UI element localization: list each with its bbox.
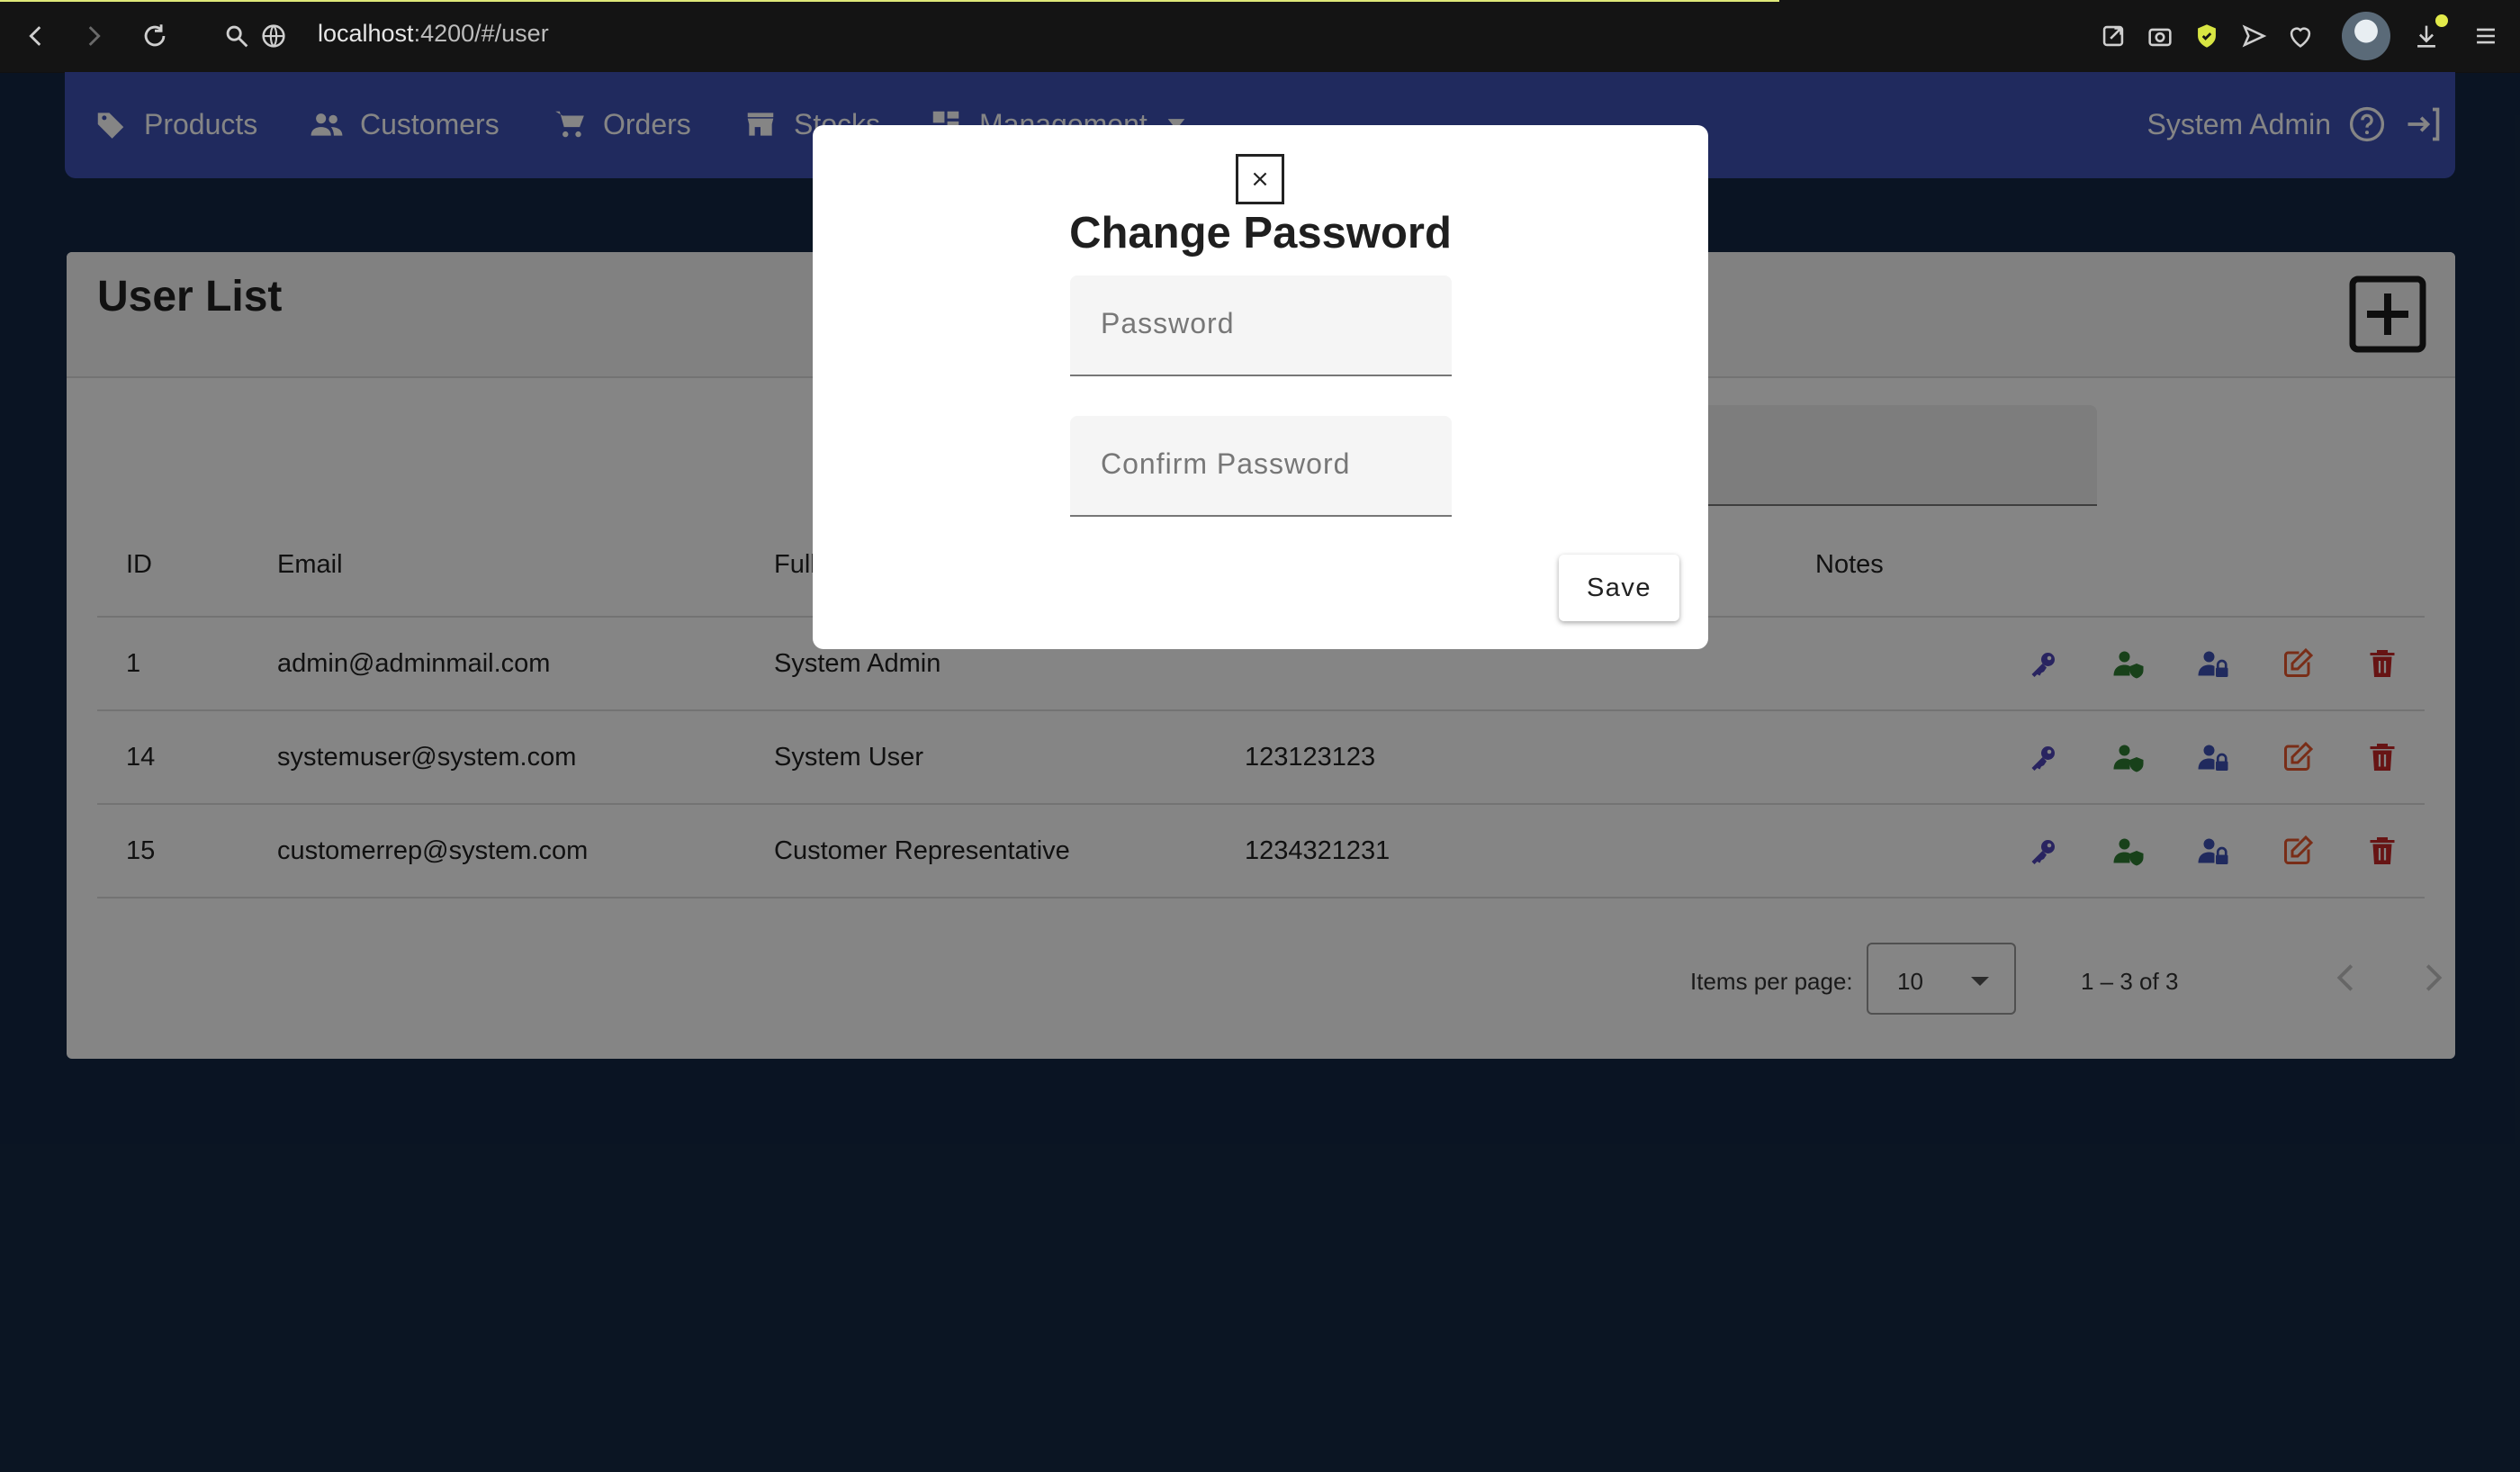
confirm-password-input[interactable] xyxy=(1099,447,1426,482)
reload-icon[interactable] xyxy=(137,18,173,54)
save-button[interactable]: Save xyxy=(1559,555,1679,621)
password-field[interactable] xyxy=(1070,275,1452,376)
shield-check-icon[interactable] xyxy=(2189,18,2225,54)
change-password-dialog: × Change Password Save xyxy=(813,125,1708,649)
share-icon[interactable] xyxy=(2095,18,2131,54)
dialog-title: Change Password xyxy=(1069,209,1452,257)
back-icon[interactable] xyxy=(18,18,54,54)
close-button[interactable]: × xyxy=(1236,154,1284,204)
forward-icon[interactable] xyxy=(76,18,112,54)
heart-icon[interactable] xyxy=(2282,18,2318,54)
send-icon[interactable] xyxy=(2236,18,2272,54)
browser-toolbar: localhost:4200/#/user xyxy=(0,0,2520,73)
globe-icon[interactable] xyxy=(256,18,292,54)
url-path: :4200/#/user xyxy=(413,20,549,47)
page-load-progress xyxy=(0,0,1779,2)
site-search-icon[interactable] xyxy=(219,18,255,54)
download-badge xyxy=(2435,14,2448,27)
profile-avatar[interactable] xyxy=(2342,12,2390,60)
camera-icon[interactable] xyxy=(2142,18,2178,54)
url-host: localhost xyxy=(318,20,414,47)
confirm-password-field[interactable] xyxy=(1070,416,1452,517)
password-input[interactable] xyxy=(1099,306,1426,341)
menu-icon[interactable] xyxy=(2468,18,2504,54)
address-bar[interactable]: localhost:4200/#/user xyxy=(318,20,549,48)
